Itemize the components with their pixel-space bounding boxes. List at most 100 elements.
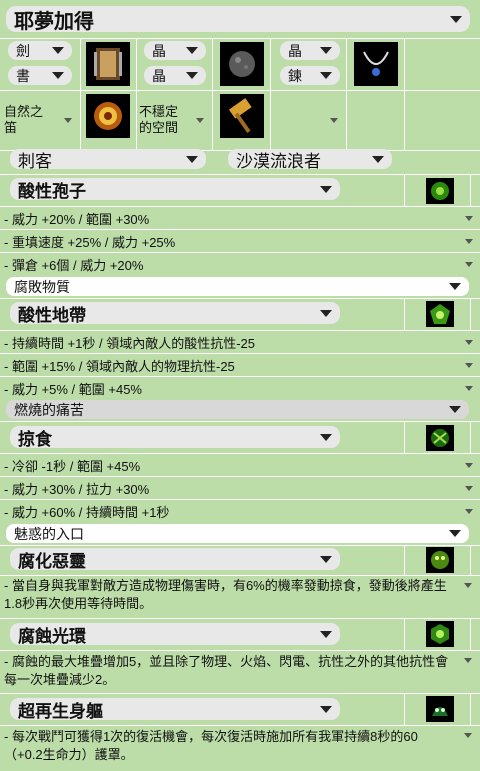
passive-desc-2: - 腐蝕的最大堆疊增加5，並且除了物理、火焰、閃電、抗性之外的其他抗性會每一次堆… [4,654,449,687]
weapon-select[interactable]: 劍 [8,41,72,60]
crystal-label-3: 晶 [288,42,302,59]
passive-select-1[interactable]: 腐化惡靈 [10,548,340,570]
skill2-mod-1[interactable]: - 持續時間 +1秒 / 領域內敵人的酸性抗性-25 [0,331,480,353]
chevron-down-icon [186,155,198,163]
skill3-mod-3[interactable]: - 威力 +60% / 持續時間 +1秒 [0,500,480,522]
build-page: 耶夢加得 劍 書 晶 晶 晶 鍊 自然之 笛 不穩定 的空間 刺客 沙漠流浪者 … [0,0,480,771]
crystal-label-1: 晶 [152,42,166,59]
mod-text: - 威力 +5% / 範圍 +45% [4,381,142,397]
chevron-down-icon [320,185,332,193]
skill3-mod-2[interactable]: - 威力 +30% / 拉力 +30% [0,477,480,499]
passive-desc-1: - 當自身與我軍對敵方造成物理傷害時，有6%的機率發動掠食，發動後將產生1.8秒… [4,578,447,611]
crystal-label-2: 晶 [152,67,166,84]
chevron-down-icon [449,406,461,413]
chevron-down-icon [449,530,461,537]
predation-icon [426,425,454,451]
book-label: 書 [16,67,30,84]
chevron-down-icon [465,385,473,391]
chevron-down-icon [320,47,332,54]
chevron-down-icon [465,339,473,345]
mod-text: - 威力 +30% / 拉力 +30% [4,481,150,497]
passive-select-3[interactable]: 超再生身軀 [10,698,340,720]
chevron-down-icon [465,508,473,514]
golden-hammer-icon[interactable] [220,94,264,138]
stone-orb-icon[interactable] [220,42,264,86]
mod-text: - 冷卻 -1秒 / 範圍 +45% [4,458,141,474]
passive-name-2: 腐蝕光環 [18,626,86,646]
character-select[interactable]: 耶夢加得 [6,6,470,32]
corrosion-aura-icon [426,621,454,647]
class-right-label: 沙漠流浪者 [236,151,321,170]
chevron-down-icon [465,462,473,468]
chevron-down-icon [320,705,332,713]
rune-label: 腐敗物質 [14,278,70,295]
chevron-down-icon [449,283,461,290]
chest-armor-icon[interactable] [86,42,130,86]
acid-spore-icon [426,178,454,204]
skill3-mod-1[interactable]: - 冷卻 -1秒 / 範圍 +45% [0,454,480,476]
skill-select-3[interactable]: 掠食 [10,426,340,448]
class-select-right[interactable]: 沙漠流浪者 [228,149,392,169]
skill-select-2[interactable]: 酸性地帶 [10,302,340,324]
empty-slot-select[interactable] [271,94,346,146]
mod-text: - 威力 +20% / 範圍 +30% [4,211,150,227]
crystal-select-1[interactable]: 晶 [144,41,206,60]
flute-label: 自然之 笛 [4,104,44,135]
chevron-down-icon [320,72,332,79]
chevron-down-icon[interactable] [464,733,472,738]
passive-name-3: 超再生身軀 [18,701,103,721]
skill-name-3: 掠食 [18,429,52,449]
chevron-down-icon [64,117,72,123]
chevron-down-icon [320,309,332,317]
acid-zone-icon [426,301,454,327]
chevron-down-icon [465,362,473,368]
skill-select-1[interactable]: 酸性孢子 [10,178,340,200]
skill1-mod-3[interactable]: - 彈倉 +6個 / 威力 +20% [0,253,480,275]
passive-select-2[interactable]: 腐蝕光環 [10,623,340,645]
chevron-down-icon[interactable] [464,583,472,588]
skill1-mod-2[interactable]: - 重填速度 +25% / 威力 +25% [0,230,480,252]
class-select-left[interactable]: 刺客 [10,149,206,169]
crystal-select-2[interactable]: 晶 [144,66,206,85]
chevron-down-icon [320,555,332,563]
chevron-down-icon [320,433,332,441]
skill1-rune-select[interactable]: 腐敗物質 [6,277,469,296]
rune-label: 魅惑的入口 [14,525,84,542]
chevron-down-icon [186,72,198,79]
mod-text: - 威力 +60% / 持續時間 +1秒 [4,504,170,520]
chain-label: 鍊 [288,67,302,84]
weapon-label: 劍 [16,42,30,59]
regen-body-icon [426,696,454,722]
chevron-down-icon [330,117,338,123]
crystal-select-3[interactable]: 晶 [280,41,340,60]
skill-name-2: 酸性地帶 [18,305,86,325]
page-title: 耶夢加得 [14,10,94,33]
flute-select[interactable]: 自然之 笛 [0,94,80,146]
chevron-down-icon[interactable] [464,658,472,663]
skill2-mod-2[interactable]: - 範圍 +15% / 領域內敵人的物理抗性-25 [0,354,480,376]
chevron-down-icon [465,238,473,244]
mod-text: - 範圍 +15% / 領域內敵人的物理抗性-25 [4,358,235,374]
chevron-down-icon [320,630,332,638]
skill1-mod-1[interactable]: - 威力 +20% / 範圍 +30% [0,207,480,229]
mod-text: - 持續時間 +1秒 / 領域內敵人的酸性抗性-25 [4,335,255,351]
chain-select[interactable]: 鍊 [280,66,340,85]
skill2-mod-3[interactable]: - 威力 +5% / 範圍 +45% [0,377,480,399]
book-select[interactable]: 書 [8,66,72,85]
mod-text: - 彈倉 +6個 / 威力 +20% [4,257,144,273]
chevron-down-icon [465,485,473,491]
unstable-space-select[interactable]: 不穩定 的空間 [137,94,212,146]
chevron-down-icon [372,155,384,163]
chevron-down-icon [450,15,462,23]
amber-shield-icon[interactable] [86,94,130,138]
passive-name-1: 腐化惡靈 [18,551,86,571]
mod-text: - 重填速度 +25% / 威力 +25% [4,234,176,250]
skill-name-1: 酸性孢子 [18,181,86,201]
passive-desc-3: - 每次戰鬥可獲得1次的復活機會，每次復活時施加所有我軍持續8秒的60（+0.2… [4,729,418,762]
rune-label: 燃燒的痛苦 [14,401,84,418]
skill3-rune-select[interactable]: 魅惑的入口 [6,524,469,543]
skill2-rune-select[interactable]: 燃燒的痛苦 [6,400,469,419]
class-left-label: 刺客 [18,151,52,170]
pendant-necklace-icon[interactable] [354,42,398,86]
chevron-down-icon [186,47,198,54]
